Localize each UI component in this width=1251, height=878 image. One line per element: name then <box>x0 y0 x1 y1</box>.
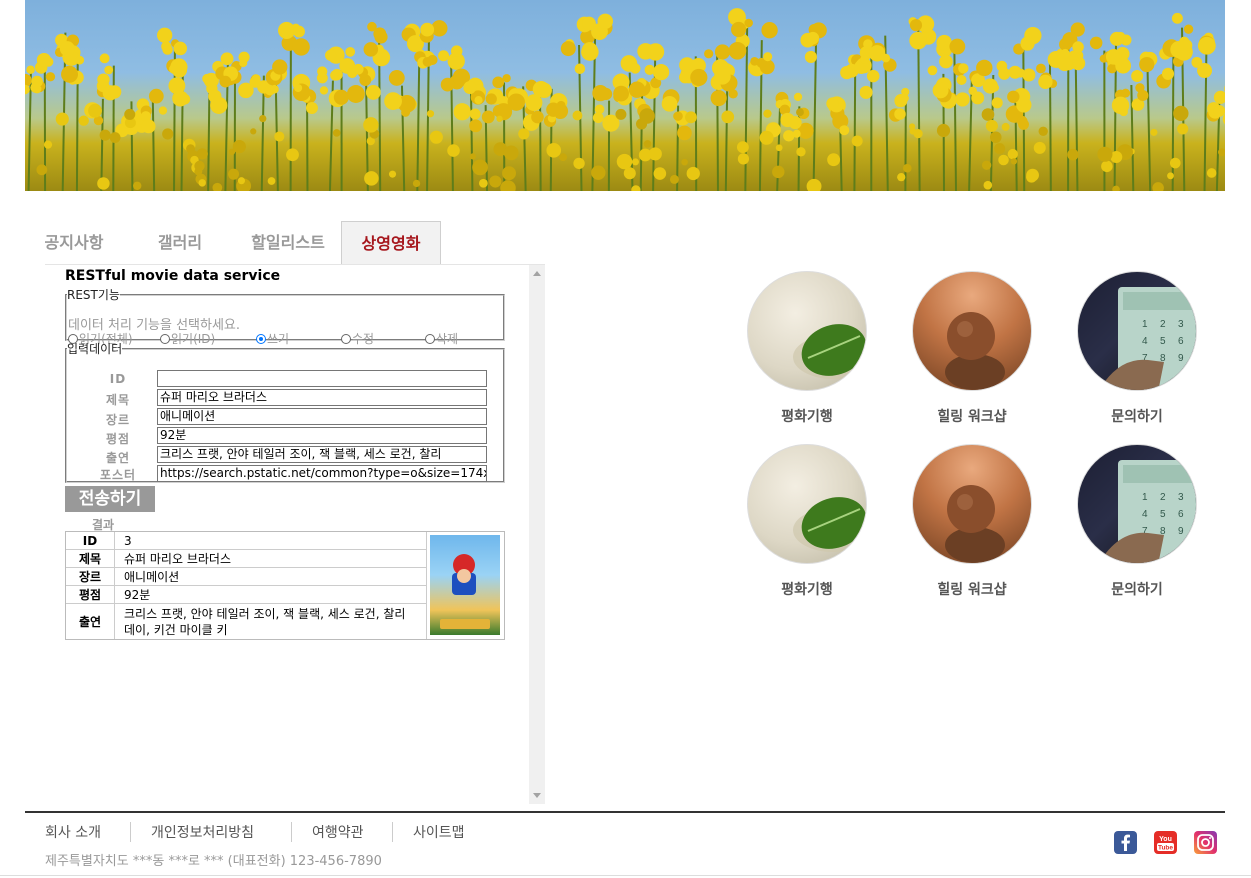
result-table: ID 3 제목 슈퍼 마리오 브라더스 장르 애니메이션 평점 92분 출연 크… <box>65 531 505 640</box>
svg-text:9: 9 <box>1178 526 1184 537</box>
header-banner-image <box>25 0 1225 191</box>
svg-text:1: 1 <box>1142 319 1148 330</box>
movie-poster-image <box>430 535 500 635</box>
result-genre-header: 장르 <box>66 568 115 585</box>
footer-link-privacy[interactable]: 개인정보처리방침 <box>151 822 254 842</box>
healing-workshop-stone-icon[interactable] <box>912 444 1032 564</box>
table-row: 제목 슈퍼 마리오 브라더스 <box>66 550 426 568</box>
svg-text:5: 5 <box>1160 336 1166 347</box>
tab-notice[interactable]: 공지사항 <box>25 221 123 264</box>
svg-text:2: 2 <box>1160 492 1166 503</box>
peace-travel-leaf-icon[interactable] <box>747 444 867 564</box>
cast-field[interactable]: 크리스 프랫, 안야 테일러 조이, 잭 블랙, 세스 로건, 찰리 <box>157 446 487 463</box>
contact-phone-icon[interactable]: 123 456 789 <box>1077 444 1197 564</box>
tab-movies[interactable]: 상영영화 <box>341 221 441 264</box>
result-title-value: 슈퍼 마리오 브라더스 <box>124 551 231 566</box>
healing-workshop-stone-icon[interactable] <box>912 271 1032 391</box>
facebook-icon[interactable] <box>1114 831 1137 854</box>
shortcut-label[interactable]: 힐링 워크샵 <box>902 579 1042 599</box>
tab-todo-list[interactable]: 할일리스트 <box>235 221 341 264</box>
youtube-icon[interactable]: You Tube <box>1154 831 1177 854</box>
rest-function-group: REST기능 데이터 처리 기능을 선택하세요. 읽기(전체) 읽기(ID) 쓰… <box>65 288 505 346</box>
footer-separator <box>291 822 292 842</box>
result-cast-value: 크리스 프랫, 안야 테일러 조이, 잭 블랙, 세스 로건, 찰리 데이, 키… <box>124 606 406 637</box>
result-id-value: 3 <box>124 533 132 548</box>
footer-divider <box>25 811 1225 813</box>
svg-text:5: 5 <box>1160 509 1166 520</box>
scroll-down-icon[interactable] <box>533 793 541 798</box>
radio-update-icon[interactable] <box>341 333 351 344</box>
table-row: 출연 크리스 프랫, 안야 테일러 조이, 잭 블랙, 세스 로건, 찰리 데이… <box>66 604 426 639</box>
poster-field[interactable]: https://search.pstatic.net/common?type=o… <box>157 465 487 482</box>
footer-separator <box>392 822 393 842</box>
shortcut-label[interactable]: 힐링 워크샵 <box>902 406 1042 426</box>
svg-text:2: 2 <box>1160 319 1166 330</box>
tab-gallery[interactable]: 갤러리 <box>133 221 227 264</box>
peace-travel-leaf-icon[interactable] <box>747 271 867 391</box>
scroll-up-icon[interactable] <box>533 271 541 276</box>
movie-service-frame: RESTful movie data service REST기능 데이터 처리… <box>45 264 545 804</box>
svg-text:6: 6 <box>1178 509 1184 520</box>
poster-cell <box>426 532 505 639</box>
poster-label: 포스터 <box>99 468 137 482</box>
result-rating-header: 평점 <box>66 586 115 603</box>
input-legend: 입력데이터 <box>67 342 123 356</box>
frame-scrollbar[interactable] <box>529 265 545 804</box>
radio-delete-icon[interactable] <box>425 333 435 344</box>
cast-label: 출연 <box>105 451 131 465</box>
result-rating-value: 92분 <box>124 587 151 602</box>
title-field[interactable]: 슈퍼 마리오 브라더스 <box>157 389 487 406</box>
table-row: ID 3 <box>66 532 426 550</box>
rapeseed-flowers-illustration <box>25 8 1225 191</box>
footer-address: 제주특별자치도 ***동 ***로 *** (대표전화) 123-456-789… <box>45 854 382 869</box>
result-id-header: ID <box>66 532 115 549</box>
svg-text:3: 3 <box>1178 319 1184 330</box>
result-cast-header: 출연 <box>66 604 115 639</box>
shortcut-label[interactable]: 평화기행 <box>737 406 877 426</box>
footer-link-sitemap[interactable]: 사이트맵 <box>413 822 465 842</box>
svg-text:9: 9 <box>1178 353 1184 364</box>
send-button[interactable]: 전송하기 <box>65 486 155 512</box>
radio-read-id-icon[interactable] <box>160 333 170 344</box>
footer-link-company[interactable]: 회사 소개 <box>45 822 101 842</box>
id-field[interactable] <box>157 370 487 387</box>
instagram-icon[interactable] <box>1194 831 1217 854</box>
shortcut-label[interactable]: 평화기행 <box>737 579 877 599</box>
rest-legend: REST기능 <box>67 288 120 302</box>
tab-bar: 공지사항 갤러리 할일리스트 상영영화 <box>25 221 545 264</box>
shortcut-label[interactable]: 문의하기 <box>1067 406 1207 426</box>
svg-text:1: 1 <box>1142 492 1148 503</box>
rating-label: 평점 <box>105 432 131 446</box>
table-row: 장르 애니메이션 <box>66 568 426 586</box>
svg-text:4: 4 <box>1142 336 1148 347</box>
rating-field[interactable]: 92분 <box>157 427 487 444</box>
id-label: ID <box>109 372 127 386</box>
service-title: RESTful movie data service <box>65 268 281 284</box>
svg-text:6: 6 <box>1178 336 1184 347</box>
shortcut-label[interactable]: 문의하기 <box>1067 579 1207 599</box>
result-genre-value: 애니메이션 <box>124 569 180 584</box>
input-data-group: 입력데이터 ID 제목 슈퍼 마리오 브라더스 장르 애니메이션 평점 92분 … <box>65 343 505 483</box>
title-label: 제목 <box>105 393 131 407</box>
result-title-header: 제목 <box>66 550 115 567</box>
svg-text:Tube: Tube <box>1158 845 1173 852</box>
svg-text:4: 4 <box>1142 509 1148 520</box>
contact-phone-icon[interactable]: 123 456 789 <box>1077 271 1197 391</box>
genre-field[interactable]: 애니메이션 <box>157 408 487 425</box>
table-row: 평점 92분 <box>66 586 426 604</box>
page-bottom-border <box>0 875 1251 876</box>
genre-label: 장르 <box>105 413 131 427</box>
radio-write-icon[interactable] <box>256 333 266 344</box>
svg-text:3: 3 <box>1178 492 1184 503</box>
svg-text:You: You <box>1159 836 1172 843</box>
footer-separator <box>130 822 131 842</box>
footer-link-terms[interactable]: 여행약관 <box>312 822 364 842</box>
